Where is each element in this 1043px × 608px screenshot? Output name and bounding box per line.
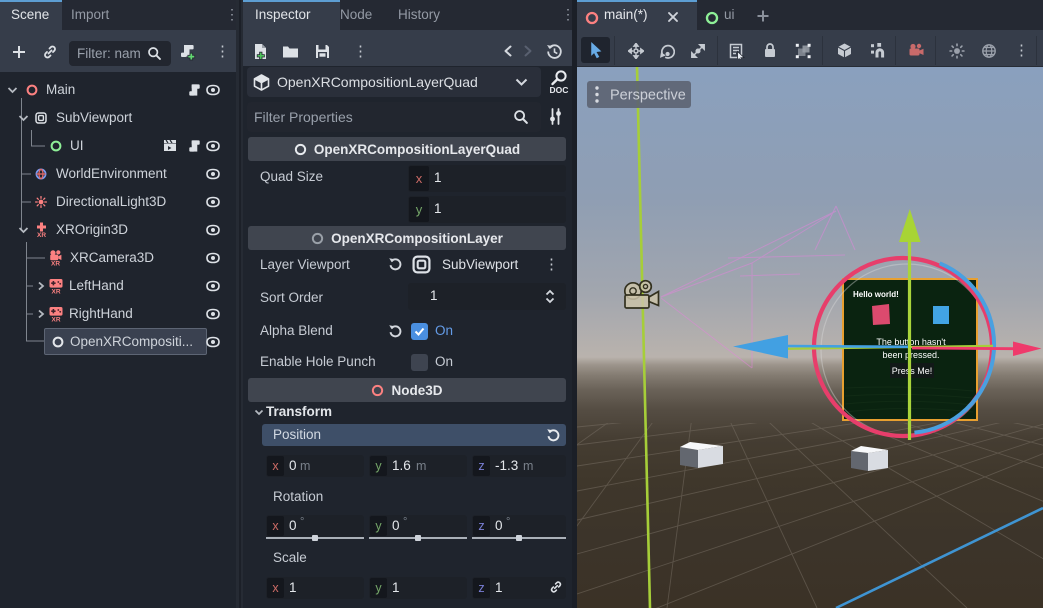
svg-text:XR: XR (51, 289, 60, 294)
svg-text:Perspective: Perspective (610, 88, 686, 104)
svg-text:XR: XR (51, 260, 60, 266)
svg-text:DOC: DOC (550, 85, 569, 95)
svg-text:XR: XR (37, 232, 46, 238)
svg-text:Hello world!: Hello world! (853, 290, 899, 299)
svg-text:Press Me!: Press Me! (892, 366, 933, 376)
svg-text:XR: XR (51, 317, 60, 322)
